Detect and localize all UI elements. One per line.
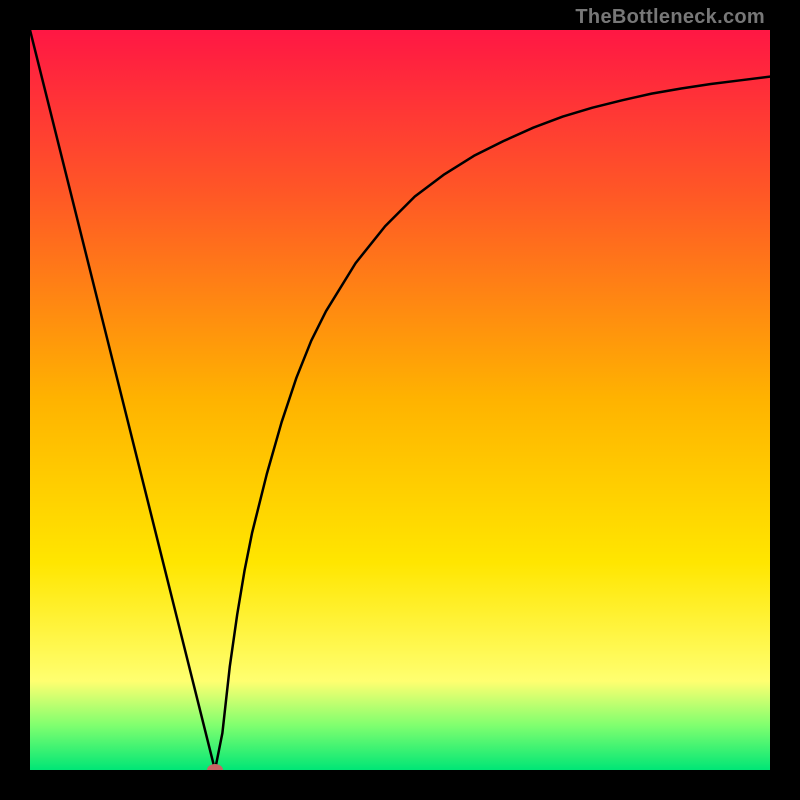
chart-area — [30, 30, 770, 770]
gradient-bg — [30, 30, 770, 770]
chart-frame: TheBottleneck.com — [0, 0, 800, 800]
chart-svg — [30, 30, 770, 770]
watermark-text: TheBottleneck.com — [575, 6, 765, 29]
